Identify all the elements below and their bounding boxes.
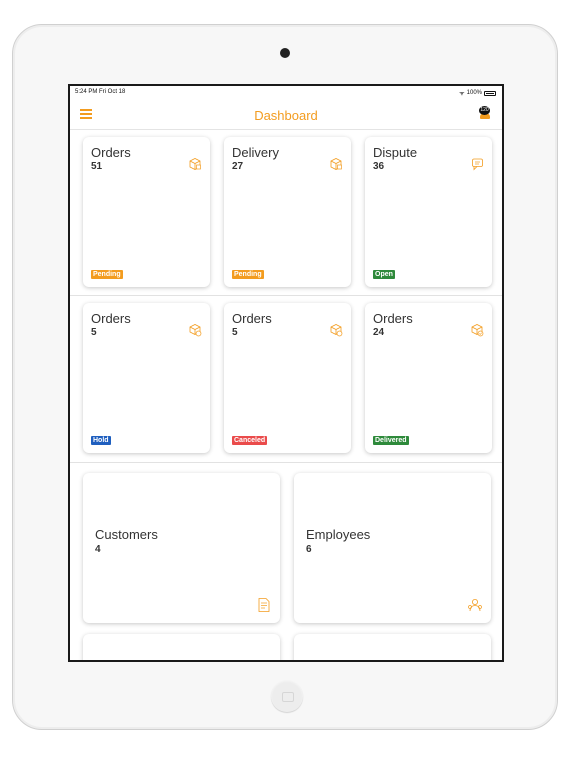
nav-bar: Dashboard 120 <box>70 100 502 130</box>
employees-icon <box>468 599 482 612</box>
notification-count-badge: 120 <box>479 106 490 115</box>
employees-card[interactable]: Employees 6 <box>294 473 491 623</box>
wifi-icon: ᯤ <box>459 91 465 97</box>
card-count: 4 <box>95 544 101 555</box>
card-count: 27 <box>232 161 244 172</box>
orders-hold-card[interactable]: Orders 5 Hold <box>83 303 210 453</box>
status-badge: Delivered <box>373 436 409 445</box>
box-icon <box>189 158 201 170</box>
status-badge: Canceled <box>232 436 268 445</box>
card-count: 5 <box>232 327 238 338</box>
dashboard-card[interactable] <box>294 634 491 660</box>
section-divider <box>70 295 502 296</box>
document-icon <box>258 598 270 612</box>
app-screen: 5:24 PM Fri Oct 18 ᯤ 100% Dashboard 120 … <box>68 84 504 662</box>
camera <box>280 48 290 58</box>
card-title: Dispute <box>373 145 418 160</box>
box-check-icon <box>471 324 484 337</box>
card-title: Orders <box>91 145 131 160</box>
box-clock-icon <box>330 324 343 337</box>
section-divider <box>70 462 502 463</box>
card-title: Employees <box>306 527 371 542</box>
battery-icon <box>484 90 496 96</box>
card-title: Customers <box>95 527 158 542</box>
battery-percent: 100% <box>466 90 482 96</box>
delivery-pending-card[interactable]: Delivery 27 Pending <box>224 137 351 287</box>
dashboard-card[interactable] <box>83 634 280 660</box>
chat-icon <box>472 158 483 171</box>
card-title: Orders <box>373 311 413 326</box>
notification-bell-icon[interactable]: 120 <box>478 106 492 122</box>
status-badge: Pending <box>232 270 264 279</box>
card-count: 51 <box>91 161 103 172</box>
status-right: ᯤ 100% <box>459 89 496 97</box>
status-badge: Hold <box>91 436 111 445</box>
orders-pending-card[interactable]: Orders 51 Pending <box>83 137 210 287</box>
card-count: 36 <box>373 161 385 172</box>
page-title: Dashboard <box>254 108 318 123</box>
home-button[interactable] <box>271 680 303 712</box>
card-count: 5 <box>91 327 97 338</box>
dispute-open-card[interactable]: Dispute 36 Open <box>365 137 492 287</box>
box-clock-icon <box>189 324 202 337</box>
dashboard-content: Orders 51 Pending Delivery 27 Pending Di… <box>70 131 502 660</box>
customers-card[interactable]: Customers 4 <box>83 473 280 623</box>
card-count: 6 <box>306 544 312 555</box>
status-badge: Pending <box>91 270 123 279</box>
card-title: Orders <box>91 311 131 326</box>
status-time: 5:24 PM Fri Oct 18 <box>75 89 126 95</box>
box-icon <box>330 158 342 170</box>
card-title: Delivery <box>232 145 279 160</box>
card-title: Orders <box>232 311 272 326</box>
status-badge: Open <box>373 270 395 279</box>
orders-delivered-card[interactable]: Orders 24 Delivered <box>365 303 492 453</box>
orders-canceled-card[interactable]: Orders 5 Canceled <box>224 303 351 453</box>
status-bar: 5:24 PM Fri Oct 18 ᯤ 100% <box>70 86 502 98</box>
card-count: 24 <box>373 327 385 338</box>
